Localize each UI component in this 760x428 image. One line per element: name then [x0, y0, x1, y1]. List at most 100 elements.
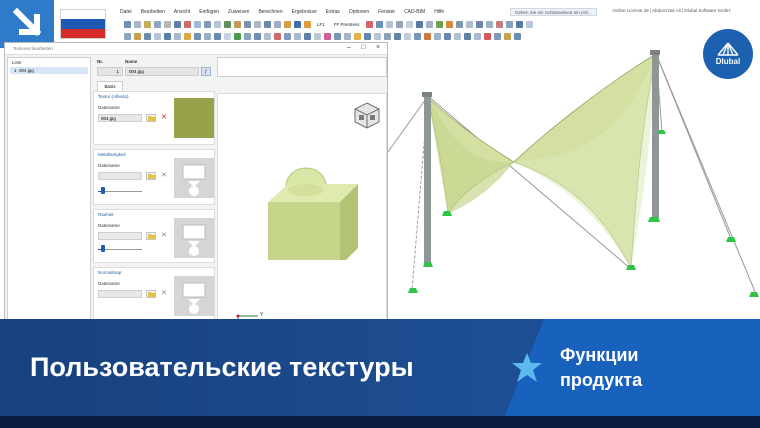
- tab-basis[interactable]: Basis: [97, 81, 123, 91]
- toolbar-button[interactable]: [364, 32, 371, 40]
- toolbar-button[interactable]: [375, 20, 383, 28]
- toolbar-button[interactable]: [525, 20, 533, 28]
- toolbar-button[interactable]: [174, 20, 181, 28]
- delete-icon[interactable]: ✕: [161, 114, 167, 122]
- toolbar-button[interactable]: [304, 20, 311, 28]
- delete-icon[interactable]: ✕: [161, 172, 167, 180]
- toolbar-button[interactable]: [144, 32, 151, 40]
- no-field[interactable]: 1: [97, 67, 123, 76]
- menu-item-fenster[interactable]: Fenster: [378, 9, 395, 15]
- comment-field[interactable]: [217, 57, 387, 77]
- browse-button[interactable]: [146, 232, 156, 240]
- toolbar-button[interactable]: [475, 20, 483, 28]
- texture-preview[interactable]: Y Z: [217, 93, 387, 330]
- menu-item-ansicht[interactable]: Ansicht: [174, 9, 190, 15]
- toolbar-button[interactable]: [365, 20, 373, 28]
- toolbar-button[interactable]: [465, 20, 473, 28]
- toolbar-button[interactable]: [164, 32, 171, 40]
- menu-item-hilfe[interactable]: Hilfe: [434, 9, 444, 15]
- toolbar-button[interactable]: [254, 20, 261, 28]
- toolbar-button[interactable]: [224, 32, 231, 40]
- toolbar-button[interactable]: [514, 32, 521, 40]
- delete-icon[interactable]: ✕: [161, 232, 167, 240]
- toolbar-button[interactable]: [425, 20, 433, 28]
- menu-item-bearbeiten[interactable]: Bearbeiten: [141, 9, 165, 15]
- toolbar-button[interactable]: [264, 20, 271, 28]
- toolbar-button[interactable]: [284, 32, 291, 40]
- toolbar-button[interactable]: [254, 32, 261, 40]
- toolbar-button[interactable]: [134, 32, 141, 40]
- toolbar-button[interactable]: [234, 20, 241, 28]
- menu-item-zuweisen[interactable]: Zuweisen: [228, 9, 249, 15]
- minimize-icon[interactable]: –: [347, 44, 351, 51]
- keyword-search-input[interactable]: Geben Sie ein Schlüsselwort ein (Alt...: [510, 8, 597, 16]
- browse-button[interactable]: [146, 114, 156, 122]
- browse-button[interactable]: [146, 172, 156, 180]
- toolbar-button[interactable]: [224, 20, 231, 28]
- toolbar-button[interactable]: [484, 32, 491, 40]
- toolbar-button[interactable]: [184, 32, 191, 40]
- menu-item-berechnen[interactable]: Berechnen: [258, 9, 282, 15]
- view-cube-icon[interactable]: [352, 100, 382, 130]
- menu-item-ergebnisse[interactable]: Ergebnisse: [292, 9, 317, 15]
- load-case-name[interactable]: FF Prestress: [331, 22, 363, 27]
- toolbar-button[interactable]: [194, 32, 201, 40]
- toolbar-button[interactable]: [385, 20, 393, 28]
- delete-icon[interactable]: ✕: [161, 290, 167, 298]
- toolbar-button[interactable]: [464, 32, 471, 40]
- menu-item-optionen[interactable]: Optionen: [349, 9, 369, 15]
- toolbar-button[interactable]: [424, 32, 431, 40]
- toolbar-button[interactable]: [294, 32, 301, 40]
- toolbar-button[interactable]: [505, 20, 513, 28]
- toolbar-button[interactable]: [304, 32, 311, 40]
- toolbar-button[interactable]: [134, 20, 141, 28]
- toolbar-button[interactable]: [454, 32, 461, 40]
- toolbar-button[interactable]: [204, 32, 211, 40]
- file-field[interactable]: [98, 290, 142, 298]
- toolbar-button[interactable]: [485, 20, 493, 28]
- slider-knob[interactable]: [101, 245, 106, 252]
- toolbar-button[interactable]: [294, 20, 301, 28]
- toolbar-button[interactable]: [455, 20, 463, 28]
- name-field[interactable]: 004.jpg: [125, 67, 199, 76]
- toolbar-button[interactable]: [264, 32, 271, 40]
- toolbar-button[interactable]: [434, 32, 441, 40]
- toolbar-button[interactable]: [314, 32, 321, 40]
- toolbar-button[interactable]: [284, 20, 291, 28]
- toolbar-button[interactable]: [394, 32, 401, 40]
- file-field[interactable]: 004.jpg: [98, 114, 142, 122]
- toolbar-button[interactable]: [324, 32, 331, 40]
- toolbar-button[interactable]: [244, 32, 251, 40]
- toolbar-button[interactable]: [204, 20, 211, 28]
- toolbar-button[interactable]: [515, 20, 523, 28]
- load-case-number[interactable]: LF1: [314, 22, 328, 27]
- browse-button[interactable]: [146, 290, 156, 298]
- roughness-slider[interactable]: [98, 244, 142, 252]
- menu-item-datei[interactable]: Datei: [120, 9, 132, 15]
- toolbar-button[interactable]: [444, 32, 451, 40]
- menu-item-extras[interactable]: Extras: [326, 9, 340, 15]
- toolbar-button[interactable]: [154, 20, 161, 28]
- toolbar-button[interactable]: [495, 20, 503, 28]
- list-item[interactable]: 1 004.jpg: [10, 67, 88, 74]
- metallic-slider[interactable]: [98, 186, 142, 194]
- toolbar-button[interactable]: [404, 32, 411, 40]
- toolbar-button[interactable]: [214, 20, 221, 28]
- toolbar-button[interactable]: [334, 32, 341, 40]
- toolbar-button[interactable]: [214, 32, 221, 40]
- toolbar-button[interactable]: [234, 32, 241, 40]
- toolbar-button[interactable]: [445, 20, 453, 28]
- toolbar-button[interactable]: [474, 32, 481, 40]
- toolbar-button[interactable]: [415, 20, 423, 28]
- toolbar-button[interactable]: [184, 20, 191, 28]
- menu-item-einfuegen[interactable]: Einfügen: [199, 9, 219, 15]
- toolbar-button[interactable]: [344, 32, 351, 40]
- toolbar-button[interactable]: [154, 32, 161, 40]
- toolbar-button[interactable]: [384, 32, 391, 40]
- toolbar-button[interactable]: [374, 32, 381, 40]
- toolbar-button[interactable]: [274, 32, 281, 40]
- toolbar-button[interactable]: [144, 20, 151, 28]
- close-icon[interactable]: ×: [376, 44, 380, 51]
- file-field[interactable]: [98, 172, 142, 180]
- toolbar-button[interactable]: [194, 20, 201, 28]
